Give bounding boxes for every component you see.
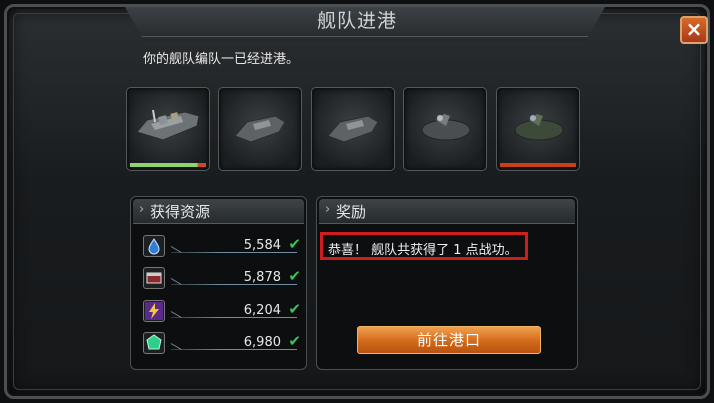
ship-hp-bar [130,163,206,167]
fleet-status-message: 你的舰队编队一已经进港。 [143,52,300,67]
energy-bolt-icon [143,300,165,322]
ship-slot-4[interactable] [403,87,487,171]
chevron-right-icon: › [139,202,145,217]
resource-value: 6,980 [243,335,281,350]
submarine-icon [421,114,471,141]
resource-value: 5,878 [243,270,281,285]
reward-panel-title: 奖励 [336,203,367,221]
ship-hp-fill [130,163,206,167]
ship-slot-5[interactable] [496,87,580,171]
ship-hp-fill [500,163,576,167]
check-icon: ✔ [288,332,301,350]
reward-text: 恭喜！ 舰队共获得了 1 点战功。 [328,243,518,258]
resource-row-oil: 5,584 ✔ [143,235,303,259]
submarine-camo-icon [514,114,564,141]
crystal-icon [143,332,165,354]
steel-icon [143,267,165,289]
resources-panel: › 获得资源 5,584 ✔ 5,878 ✔ 6,204 ✔ 6,980 ✔ [130,196,307,370]
ship-hp-bar [500,163,576,167]
check-icon: ✔ [288,267,301,285]
resource-row-crystal: 6,980 ✔ [143,332,303,356]
gunboat-icon [327,115,379,143]
close-icon: × [685,17,703,41]
gunboat-icon [234,115,286,143]
resources-panel-header: › 获得资源 [133,199,304,224]
resource-row-energy: 6,204 ✔ [143,300,303,324]
oil-drop-icon [143,235,165,257]
check-icon: ✔ [288,300,301,318]
resource-row-steel: 5,878 ✔ [143,267,303,291]
close-button[interactable]: × [680,16,708,44]
ship-slot-1[interactable] [126,87,210,171]
reward-panel-header: › 奖励 [319,199,575,224]
goto-port-button[interactable]: 前往港口 [357,326,541,354]
resources-panel-title: 获得资源 [150,203,211,221]
ship-slot-3[interactable] [311,87,395,171]
ship-slot-2[interactable] [218,87,302,171]
dialog-title: 舰队进港 [316,10,397,32]
check-icon: ✔ [288,235,301,253]
resource-value: 6,204 [243,303,281,318]
chevron-right-icon: › [325,202,331,217]
reward-highlight: 恭喜！ 舰队共获得了 1 点战功。 [320,232,528,260]
resource-value: 5,584 [243,238,281,253]
battleship-icon [136,109,200,141]
